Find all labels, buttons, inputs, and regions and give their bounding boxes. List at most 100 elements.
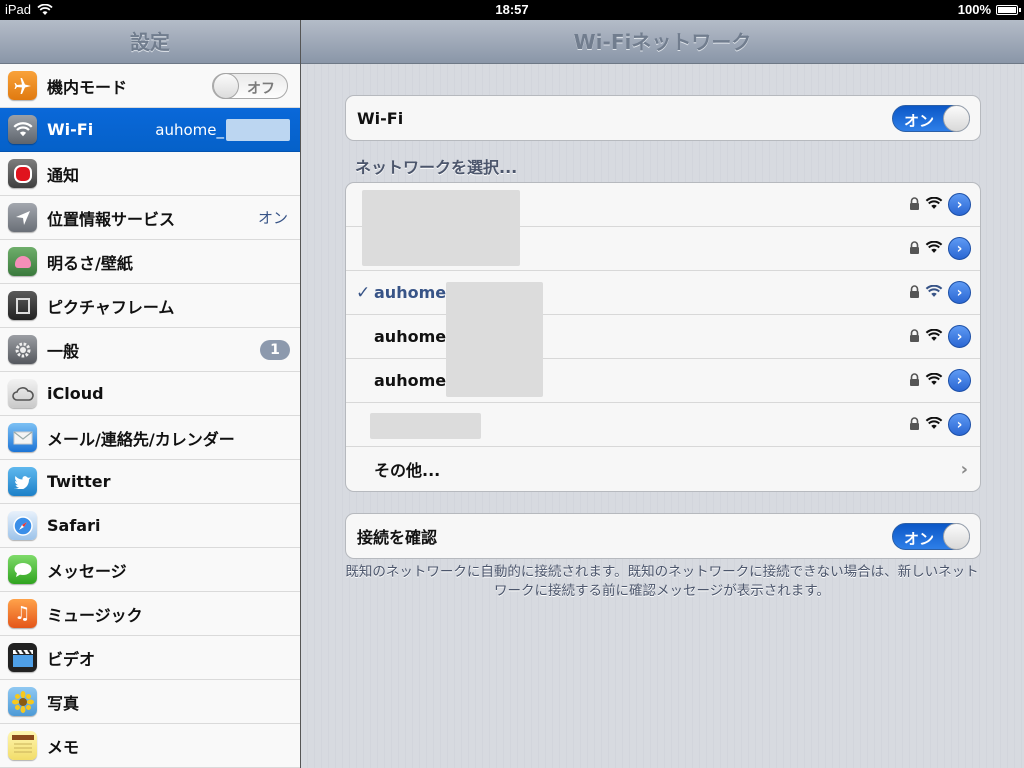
sidebar-item-twitter[interactable]: Twitter — [0, 460, 300, 504]
mail-icon — [8, 423, 37, 452]
sidebar-item-label: Twitter — [47, 472, 111, 491]
airplane-icon — [8, 71, 37, 100]
sidebar-item-label: 機内モード — [47, 77, 128, 97]
page-title: Wi-Fiネットワーク — [301, 20, 1024, 64]
wifi-icon — [8, 115, 37, 144]
sidebar-item-photos[interactable]: 写真 — [0, 680, 300, 724]
sidebar-item-brightness[interactable]: 明るさ/壁紙 — [0, 240, 300, 284]
status-bar: iPad 18:57 100% — [0, 0, 1024, 20]
toggle-label: オフ — [247, 80, 275, 97]
sidebar-item-label: メッセージ — [47, 561, 127, 581]
sidebar-item-label: ビデオ — [47, 649, 96, 669]
wifi-strength-icon — [925, 239, 943, 258]
sidebar-item-notes[interactable]: メモ — [0, 724, 300, 768]
sidebar-item-icloud[interactable]: iCloud — [0, 372, 300, 416]
sidebar-item-location[interactable]: 位置情報サービス オン — [0, 196, 300, 240]
sidebar-item-messages[interactable]: メッセージ — [0, 548, 300, 592]
network-name: auhome_ — [374, 327, 455, 346]
icloud-icon — [8, 379, 37, 408]
ask-to-join-row: 接続を確認 オン — [346, 514, 980, 558]
toggle-label: オン — [904, 111, 935, 130]
sidebar-item-picture-frame[interactable]: ピクチャフレーム — [0, 284, 300, 328]
video-icon — [8, 643, 37, 672]
network-row[interactable]: auhome_ › — [346, 359, 980, 403]
ask-to-join-group: 接続を確認 オン — [345, 513, 981, 559]
wifi-row: Wi-Fi オン — [346, 96, 980, 140]
sidebar-item-mail[interactable]: メール/連絡先/カレンダー — [0, 416, 300, 460]
sidebar-item-label: メモ — [47, 737, 80, 757]
redacted-block — [446, 282, 543, 397]
wifi-strength-icon — [925, 371, 943, 390]
lock-icon — [909, 371, 920, 390]
toggle-knob — [943, 104, 970, 132]
detail-disclosure-button[interactable]: › — [948, 369, 971, 392]
sidebar-item-label: 通知 — [47, 165, 80, 185]
detail-disclosure-button[interactable]: › — [948, 281, 971, 304]
sidebar-item-label: 写真 — [47, 693, 80, 713]
wifi-toggle-group: Wi-Fi オン — [345, 95, 981, 141]
detail-disclosure-button[interactable]: › — [948, 413, 971, 436]
ask-to-join-description: 既知のネットワークに自動的に接続されます。既知のネットワークに接続できない場合は… — [345, 564, 979, 599]
sidebar-item-airplane-mode[interactable]: 機内モード オフ — [0, 64, 300, 108]
sidebar-item-wifi[interactable]: Wi-Fi auhome_ — [0, 108, 300, 152]
sidebar-item-label: Wi-Fi — [47, 120, 94, 139]
sidebar-item-general[interactable]: 一般 1 — [0, 328, 300, 372]
wifi-strength-icon — [925, 283, 943, 302]
brightness-wallpaper-icon — [8, 247, 37, 276]
sidebar-item-safari[interactable]: Safari — [0, 504, 300, 548]
lock-icon — [909, 283, 920, 302]
wifi-detail-panel: Wi-Fiネットワーク Wi-Fi オン ネットワークを選択... › › ✓ … — [301, 20, 1024, 768]
notifications-icon — [8, 159, 37, 188]
settings-menu: 機内モード オフ Wi-Fi auhome_ 通知 位置情報サービス オン 明る… — [0, 64, 300, 768]
lock-icon — [909, 239, 920, 258]
ask-to-join-toggle[interactable]: オン — [892, 522, 970, 550]
network-row[interactable]: auhome_ › — [346, 315, 980, 359]
detail-disclosure-button[interactable]: › — [948, 193, 971, 216]
battery-icon — [996, 4, 1021, 15]
sidebar-item-music[interactable]: ♫ ミュージック — [0, 592, 300, 636]
detail-disclosure-button[interactable]: › — [948, 237, 971, 260]
sidebar-item-label: 一般 — [47, 341, 80, 361]
wifi-strength-icon — [925, 195, 943, 214]
wifi-label: Wi-Fi — [357, 108, 404, 128]
status-time: 18:57 — [495, 2, 529, 17]
chevron-right-icon: › — [960, 458, 968, 480]
sidebar-item-label: 位置情報サービス — [47, 209, 176, 229]
battery-percent: 100% — [957, 2, 991, 17]
picture-frame-icon — [8, 291, 37, 320]
notes-icon — [8, 731, 37, 760]
sidebar-item-label: 明るさ/壁紙 — [47, 253, 133, 273]
wifi-strength-icon — [925, 327, 943, 346]
networks-header: ネットワークを選択... — [355, 158, 518, 177]
lock-icon — [909, 195, 920, 214]
sidebar-item-label: ミュージック — [47, 605, 143, 625]
network-name: auhome_ — [374, 371, 455, 390]
network-row-connected[interactable]: ✓ auhome_ › — [346, 271, 980, 315]
wifi-toggle[interactable]: オン — [892, 104, 970, 132]
sidebar-item-value: auhome_ — [155, 118, 290, 141]
other-network-label: その他... — [374, 461, 441, 480]
current-network-name: auhome_ — [155, 120, 224, 139]
music-icon: ♫ — [8, 599, 37, 628]
checkmark-icon: ✓ — [356, 282, 371, 303]
toggle-knob — [943, 522, 970, 550]
sidebar-item-label: メール/連絡先/カレンダー — [47, 429, 235, 449]
sidebar-item-notifications[interactable]: 通知 — [0, 152, 300, 196]
messages-icon — [8, 555, 37, 584]
detail-disclosure-button[interactable]: › — [948, 325, 971, 348]
sidebar-item-label: ピクチャフレーム — [47, 297, 175, 317]
airplane-mode-toggle[interactable]: オフ — [212, 72, 288, 99]
toggle-knob — [213, 72, 239, 99]
toggle-label: オン — [904, 529, 935, 548]
sidebar-item-video[interactable]: ビデオ — [0, 636, 300, 680]
sidebar-item-label: iCloud — [47, 384, 104, 403]
sidebar-title: 設定 — [0, 20, 300, 64]
twitter-icon — [8, 467, 37, 496]
ask-to-join-label: 接続を確認 — [357, 528, 438, 547]
network-name: auhome_ — [374, 283, 455, 302]
wifi-strength-icon — [925, 415, 943, 434]
redacted-block — [370, 413, 481, 439]
other-network-row[interactable]: その他... › — [346, 447, 980, 491]
lock-icon — [909, 327, 920, 346]
redacted-block — [362, 190, 520, 266]
